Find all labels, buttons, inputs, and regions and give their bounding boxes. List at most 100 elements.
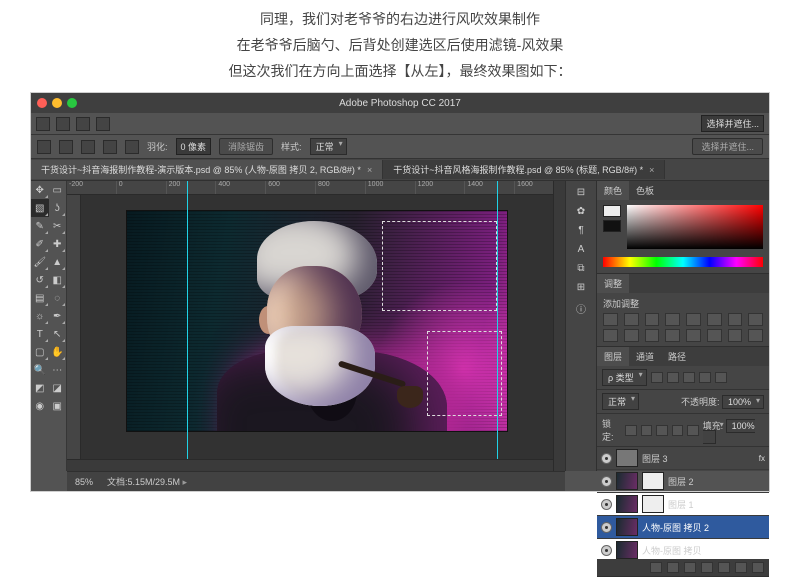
paragraph-panel-icon[interactable]: ¶ (578, 225, 583, 236)
lock-position-icon[interactable] (656, 425, 667, 436)
lock-pixels-icon[interactable] (641, 425, 652, 436)
pen-tool[interactable]: ✒ (49, 307, 67, 325)
layer-row[interactable]: 图层 1 (597, 493, 769, 516)
exposure-adjust-icon[interactable] (665, 313, 680, 326)
new-group-icon[interactable] (718, 562, 730, 573)
clone-stamp-tool[interactable]: ▲ (49, 253, 67, 271)
antialias-checkbox[interactable]: 消除锯齿 (219, 138, 273, 155)
eraser-tool[interactable]: ◧ (49, 271, 67, 289)
search-field[interactable]: 选择并遮住... (701, 115, 764, 132)
info-panel-icon[interactable]: ⓘ (576, 301, 586, 316)
selection-add-icon[interactable] (81, 140, 95, 154)
canvas-scrollbar-horizontal[interactable] (67, 459, 553, 471)
spot-heal-tool[interactable]: ✚ (49, 235, 67, 253)
guide-vertical[interactable] (187, 181, 188, 471)
type-tool[interactable]: T (31, 325, 49, 343)
layer-filter-kind-dropdown[interactable]: ρ 类型 (602, 369, 647, 386)
new-fill-adjust-icon[interactable] (701, 562, 713, 573)
posterize-adjust-icon[interactable] (686, 329, 701, 342)
lasso-tool[interactable]: ʖ (49, 199, 67, 217)
channelmix-adjust-icon[interactable] (624, 329, 639, 342)
selection-subtract-icon[interactable] (103, 140, 117, 154)
layer-mask-thumb[interactable] (642, 495, 664, 513)
channels-tab[interactable]: 通道 (629, 347, 661, 366)
ruler-vertical[interactable] (67, 195, 81, 471)
layer-fx-badge[interactable]: fx (759, 454, 765, 463)
brush-tool[interactable]: 🖌 (31, 253, 49, 271)
layer-mask-icon[interactable] (684, 562, 696, 573)
selection-marquee-1[interactable] (382, 221, 497, 311)
curves-adjust-icon[interactable] (645, 313, 660, 326)
color-tab[interactable]: 颜色 (597, 181, 629, 200)
edit-toolbar-button[interactable]: ⋯ (49, 361, 67, 379)
swatches-tab[interactable]: 色板 (629, 181, 661, 200)
layer-row[interactable]: 人物-原图 拷贝 2 (597, 516, 769, 539)
properties-panel-icon[interactable]: ✿ (577, 206, 585, 217)
path-select-tool[interactable]: ↖ (49, 325, 67, 343)
filter-pixel-icon[interactable] (651, 372, 663, 383)
paths-tab[interactable]: 路径 (661, 347, 693, 366)
quick-select-tool[interactable]: ✎ (31, 217, 49, 235)
foreground-swatch[interactable]: ◩ (31, 379, 49, 397)
adjustments-tab[interactable]: 调整 (597, 274, 629, 293)
crop-tool[interactable]: ✂ (49, 217, 67, 235)
visibility-toggle[interactable] (601, 499, 612, 510)
extras-icon[interactable] (96, 117, 110, 131)
selection-new-icon[interactable] (59, 140, 73, 154)
marquee-tool-preset-icon[interactable] (37, 140, 51, 154)
levels-adjust-icon[interactable] (624, 313, 639, 326)
history-brush-tool[interactable]: ↺ (31, 271, 49, 289)
history-panel-icon[interactable]: ⊟ (577, 187, 585, 198)
guide-vertical[interactable] (497, 181, 498, 471)
layer-thumb[interactable] (616, 472, 638, 490)
layer-row[interactable]: 图层 3 fx (597, 447, 769, 470)
canvas-scrollbar-vertical[interactable] (553, 181, 565, 471)
layer-name[interactable]: 人物-原图 拷贝 2 (642, 521, 765, 534)
layer-mask-thumb[interactable] (642, 472, 664, 490)
photofilter-adjust-icon[interactable] (603, 329, 618, 342)
vibrance-adjust-icon[interactable] (686, 313, 701, 326)
visibility-toggle[interactable] (601, 453, 612, 464)
background-swatch[interactable]: ◪ (49, 379, 67, 397)
threshold-adjust-icon[interactable] (707, 329, 722, 342)
colorlookup-adjust-icon[interactable] (645, 329, 660, 342)
layer-thumb[interactable] (616, 495, 638, 513)
libraries-panel-icon[interactable]: ⧉ (577, 263, 584, 274)
visibility-toggle[interactable] (601, 522, 612, 533)
blur-tool[interactable]: ◌ (49, 289, 67, 307)
zoom-level-field[interactable]: 85% (75, 477, 93, 487)
dodge-tool[interactable]: ☼ (31, 307, 49, 325)
layer-style-icon[interactable] (667, 562, 679, 573)
zoom-tool[interactable]: 🔍 (31, 361, 49, 379)
selection-marquee-2[interactable] (427, 331, 502, 416)
layer-name[interactable]: 图层 1 (668, 498, 765, 511)
quick-mask-toggle[interactable]: ◉ (31, 397, 49, 415)
blend-mode-dropdown[interactable]: 正常 (602, 393, 639, 410)
selection-intersect-icon[interactable] (125, 140, 139, 154)
brightness-adjust-icon[interactable] (603, 313, 618, 326)
layer-thumb[interactable] (616, 518, 638, 536)
selective-adjust-icon[interactable] (748, 329, 763, 342)
layer-thumb[interactable] (616, 449, 638, 467)
document-tab-1[interactable]: 干货设计~抖音海报制作教程-演示版本.psd @ 85% (人物-原图 拷贝 2… (31, 160, 383, 179)
foreground-color-swatch[interactable] (603, 205, 621, 217)
artboard-tool[interactable]: ▭ (49, 181, 67, 199)
new-layer-icon[interactable] (735, 562, 747, 573)
invert-adjust-icon[interactable] (665, 329, 680, 342)
rectangle-shape-tool[interactable]: ▢ (31, 343, 49, 361)
link-layers-icon[interactable] (650, 562, 662, 573)
canvas-area[interactable]: -200 0 200 400 600 800 1000 1200 1400 16… (67, 181, 565, 471)
lock-transparency-icon[interactable] (625, 425, 636, 436)
layers-tab[interactable]: 图层 (597, 347, 629, 366)
hue-adjust-icon[interactable] (707, 313, 722, 326)
style-dropdown[interactable]: 正常 (310, 138, 347, 155)
layer-name[interactable]: 图层 2 (668, 475, 765, 488)
gradient-tool[interactable]: ▤ (31, 289, 49, 307)
screen-mode-toggle[interactable]: ▣ (49, 397, 67, 415)
layer-row[interactable]: 人物-原图 拷贝 (597, 539, 769, 559)
feather-input[interactable]: 0 像素 (176, 138, 212, 155)
filter-smart-icon[interactable] (715, 372, 727, 383)
color-picker-field[interactable] (627, 205, 763, 249)
select-and-mask-button[interactable]: 选择并遮住... (692, 138, 763, 155)
navigator-panel-icon[interactable]: ⊞ (577, 282, 585, 293)
